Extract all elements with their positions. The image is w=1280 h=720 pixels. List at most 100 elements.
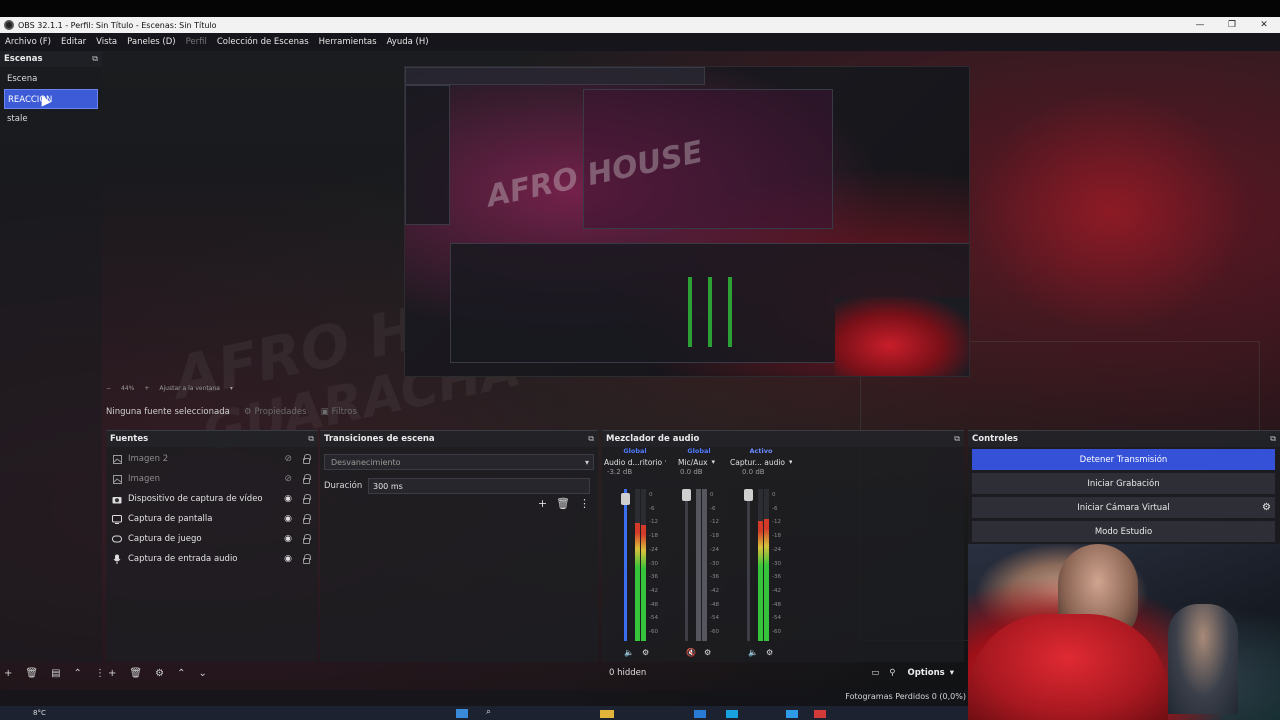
eye-hidden-icon[interactable]: ⊘ [284, 474, 292, 484]
lock-icon[interactable] [303, 454, 311, 464]
trash-icon[interactable]: 🗑 [129, 668, 142, 679]
speaker-muted-icon[interactable]: 🔇 [686, 648, 696, 657]
link-icon[interactable]: ⚲ [889, 668, 895, 678]
channel-name[interactable]: Audio d...ritorio▾ [604, 456, 666, 468]
source-item[interactable]: Captura de juego ◉ [106, 529, 318, 549]
preview-canvas[interactable]: AFRO HOUSE [404, 66, 970, 377]
duration-value: 300 ms [373, 481, 403, 491]
stop-streaming-button[interactable]: Detener Transmisión [972, 449, 1275, 470]
move-up-icon[interactable]: ⌃ [74, 668, 82, 679]
move-down-icon[interactable]: ⌄ [198, 668, 206, 679]
source-item[interactable]: Captura de pantalla ◉ [106, 509, 318, 529]
source-item[interactable]: Imagen ⊘ [106, 469, 318, 489]
taskbar-app-icon[interactable] [600, 710, 614, 718]
lock-icon[interactable] [303, 514, 311, 524]
taskbar-app-icon[interactable] [726, 710, 738, 718]
obs-logo-icon [4, 20, 14, 30]
speaker-icon[interactable]: 🔈 [748, 648, 758, 657]
lock-icon[interactable] [303, 494, 311, 504]
duration-input[interactable]: 300 ms [368, 478, 590, 494]
fit-window-select[interactable]: Ajustar a la ventana [159, 385, 220, 392]
more-options-icon[interactable]: ⋮ [95, 668, 105, 679]
volume-fader-track[interactable] [747, 489, 750, 641]
taskbar-app-icon[interactable] [694, 710, 706, 718]
menu-vista[interactable]: Vista [96, 37, 117, 47]
menu-editar[interactable]: Editar [61, 37, 86, 47]
eye-hidden-icon[interactable]: ⊘ [284, 454, 292, 464]
more-options-icon[interactable]: ⋮ [579, 497, 590, 510]
maximize-button[interactable]: ❐ [1216, 17, 1248, 33]
channel-tag: Global [623, 447, 647, 455]
undock-icon[interactable]: ⧉ [954, 434, 960, 444]
transition-select[interactable]: Desvanecimiento ▾ [324, 454, 594, 470]
eye-icon[interactable]: ◉ [284, 494, 292, 504]
settings-icon[interactable]: ⚙ [704, 648, 711, 657]
eye-icon[interactable]: ◉ [284, 514, 292, 524]
lock-icon[interactable] [303, 554, 311, 564]
gear-icon[interactable]: ⚙ [155, 668, 164, 679]
zoom-in-button[interactable]: + [144, 385, 149, 392]
filters-button[interactable]: ▣ Filtros [321, 407, 357, 417]
properties-button[interactable]: ⚙ Propiedades [244, 407, 307, 417]
trash-icon[interactable]: 🗑 [556, 497, 570, 510]
settings-icon[interactable]: ⚙ [766, 648, 773, 657]
eye-icon[interactable]: ◉ [284, 534, 292, 544]
speaker-icon[interactable]: 🔈 [624, 648, 634, 657]
search-icon[interactable]: ⌕ [486, 707, 491, 717]
volume-fader-knob[interactable] [621, 493, 630, 505]
undock-icon[interactable]: ⧉ [308, 434, 314, 444]
volume-fader-track[interactable] [624, 489, 627, 641]
controls-title: Controles [972, 434, 1018, 444]
minimize-button[interactable]: — [1184, 17, 1216, 33]
move-up-icon[interactable]: ⌃ [177, 668, 185, 679]
settings-icon[interactable]: ⚙ [642, 648, 649, 657]
taskbar-app-icon[interactable] [786, 710, 798, 718]
scene-item-reaccion[interactable]: REACCION [4, 89, 98, 109]
options-button[interactable]: Options ▾ [907, 668, 954, 678]
undock-icon[interactable]: ⧉ [1270, 434, 1276, 444]
lock-icon[interactable] [303, 474, 311, 484]
chevron-down-icon[interactable]: ▾ [230, 385, 233, 392]
undock-icon[interactable]: ⧉ [588, 434, 594, 444]
gear-icon[interactable]: ⚙ [1262, 502, 1271, 513]
trash-icon[interactable]: 🗑 [25, 668, 38, 679]
menu-paneles[interactable]: Paneles (D) [127, 37, 175, 47]
studio-mode-button[interactable]: Modo Estudio [972, 521, 1275, 542]
scene-item-escena[interactable]: Escena [0, 69, 102, 89]
channel-name[interactable]: Mic/Aux ▾ [668, 456, 730, 468]
add-scene-button[interactable]: + [4, 668, 12, 679]
start-recording-button[interactable]: Iniciar Grabación [972, 473, 1275, 494]
layout-icon[interactable]: ▭ [871, 668, 879, 678]
zoom-out-button[interactable]: − [106, 385, 111, 392]
filter-icon[interactable]: ▤ [51, 668, 60, 679]
menu-herramientas[interactable]: Herramientas [319, 37, 377, 47]
eye-icon[interactable]: ◉ [284, 554, 292, 564]
chevron-down-icon: ▾ [949, 668, 954, 678]
undock-icon[interactable]: ⧉ [92, 54, 98, 64]
taskbar-app-icon[interactable] [814, 710, 826, 718]
volume-fader-knob[interactable] [682, 489, 691, 501]
status-bar: Fotogramas Perdidos 0 (0,0%) [0, 690, 968, 706]
menu-archivo[interactable]: Archivo (F) [5, 37, 51, 47]
close-button[interactable]: ✕ [1248, 17, 1280, 33]
source-item[interactable]: Captura de entrada audio ◉ [106, 549, 318, 569]
source-context-bar: Ninguna fuente seleccionada ⚙ Propiedades… [106, 403, 966, 421]
menu-ayuda[interactable]: Ayuda (H) [387, 37, 429, 47]
volume-fader-knob[interactable] [744, 489, 753, 501]
chevron-down-icon: ▾ [665, 458, 666, 466]
menu-perfil[interactable]: Perfil [186, 37, 207, 47]
image-icon [112, 454, 122, 464]
add-source-button[interactable]: + [108, 668, 116, 679]
start-virtual-camera-button[interactable]: Iniciar Cámara Virtual [972, 497, 1275, 518]
add-transition-button[interactable]: + [538, 497, 547, 510]
source-label: Captura de pantalla [128, 514, 213, 524]
menu-coleccion-escenas[interactable]: Colección de Escenas [217, 37, 309, 47]
scene-item-stale[interactable]: stale [0, 109, 102, 129]
windows-start-icon[interactable] [456, 709, 468, 718]
source-item[interactable]: Dispositivo de captura de vídeo ◉ [106, 489, 318, 509]
webcam-hoodie [968, 614, 1168, 720]
lock-icon[interactable] [303, 534, 311, 544]
volume-fader-track[interactable] [685, 489, 688, 641]
channel-name[interactable]: Captur... audio ▾ [730, 456, 792, 468]
source-item[interactable]: Imagen 2 ⊘ [106, 449, 318, 469]
